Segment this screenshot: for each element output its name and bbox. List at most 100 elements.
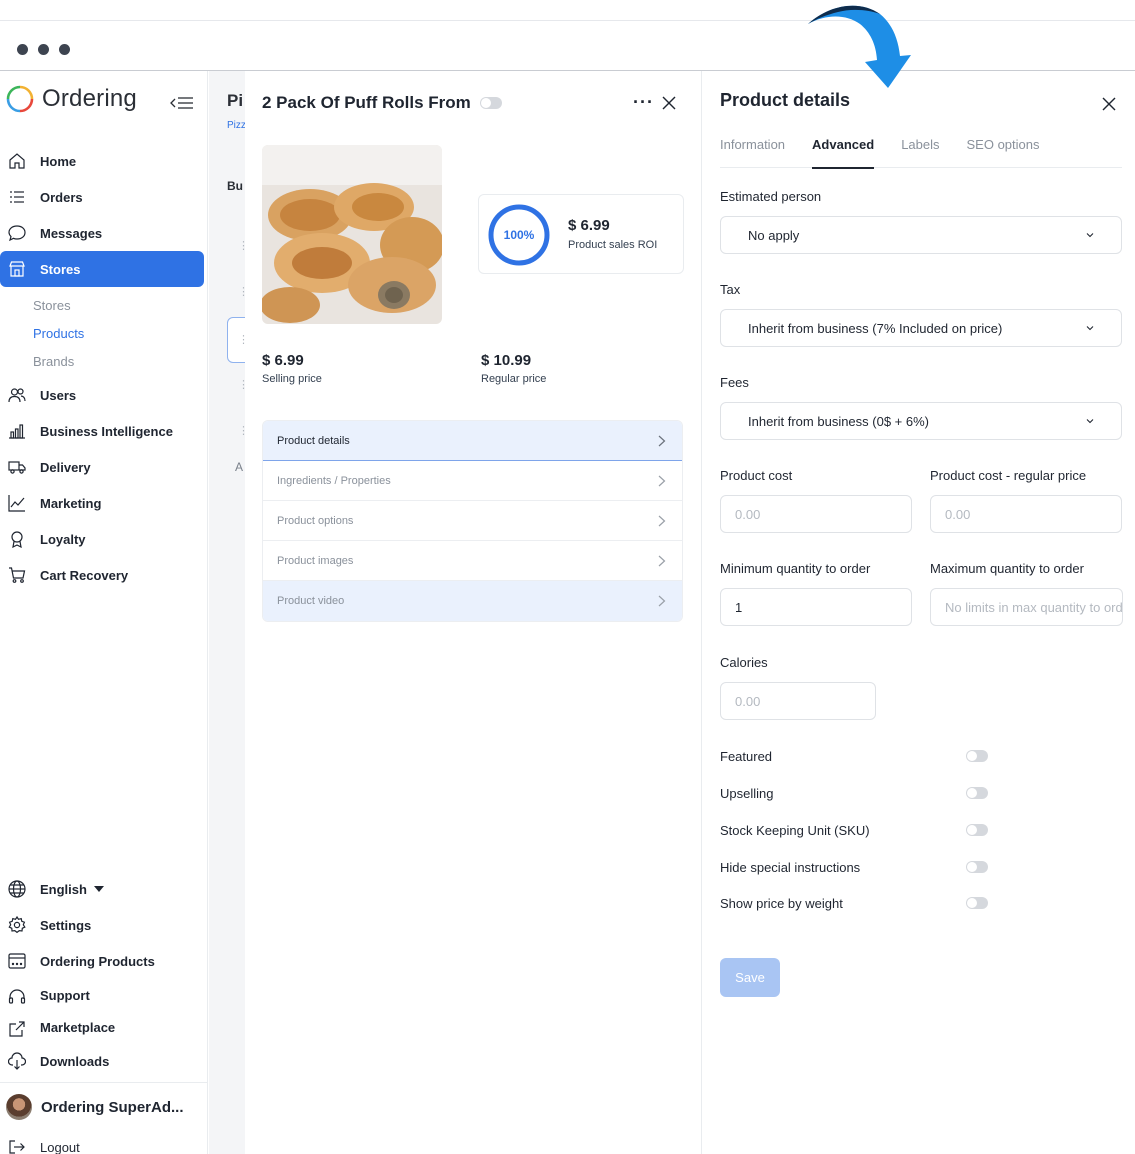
logo-text: Ordering <box>42 85 137 112</box>
tab-seo-options[interactable]: SEO options <box>967 137 1040 168</box>
details-tabs: Information Advanced Labels SEO options <box>720 137 1122 169</box>
more-options-icon[interactable]: ··· <box>633 93 654 111</box>
sidebar-item-marketing[interactable]: Marketing <box>0 485 208 521</box>
sidebar-item-label: Ordering Products <box>40 953 155 969</box>
sidebar-subitem-brands[interactable]: Brands <box>0 347 208 375</box>
sidebar-item-loyalty[interactable]: Loyalty <box>0 521 208 557</box>
globe-icon <box>8 880 26 898</box>
featured-toggle[interactable] <box>966 750 988 762</box>
chevron-right-icon <box>658 555 666 567</box>
background-list-subtitle: Pizz <box>227 120 245 131</box>
hide-instructions-toggle[interactable] <box>966 861 988 873</box>
logout-label: Logout <box>40 1139 80 1154</box>
menu-item-product-options[interactable]: Product options <box>263 501 682 541</box>
sidebar-item-label: Delivery <box>40 459 91 475</box>
background-list-letter: A <box>235 460 244 474</box>
calories-input[interactable]: 0.00 <box>720 682 876 720</box>
sidebar-item-ordering-products[interactable]: Ordering Products <box>0 943 208 979</box>
min-quantity-input[interactable]: 1 <box>720 588 912 626</box>
tab-information[interactable]: Information <box>720 137 785 168</box>
product-panel: 2 Pack Of Puff Rolls From ··· 100% $ 6.9… <box>245 71 702 1154</box>
collapse-sidebar-icon[interactable] <box>170 95 194 111</box>
ordering-logo-icon <box>6 85 34 113</box>
sidebar-item-home[interactable]: Home <box>0 143 208 179</box>
chevron-down-icon <box>1086 233 1094 238</box>
menu-item-ingredients[interactable]: Ingredients / Properties <box>263 461 682 501</box>
product-cost-regular-input[interactable]: 0.00 <box>930 495 1122 533</box>
close-icon[interactable] <box>1101 96 1117 112</box>
product-image <box>262 145 442 324</box>
sidebar-subitem-stores[interactable]: Stores <box>0 291 208 319</box>
estimated-person-value: No apply <box>748 227 800 243</box>
sidebar-divider <box>0 1082 208 1083</box>
background-list-section: Bu <box>227 179 243 193</box>
save-button[interactable]: Save <box>720 958 780 997</box>
sidebar-item-label: Support <box>40 987 90 1003</box>
tab-advanced[interactable]: Advanced <box>812 137 875 169</box>
drag-handle-icon: ⋮⋮ <box>238 286 245 298</box>
window-icon <box>8 953 26 969</box>
max-quantity-input[interactable]: No limits in max quantity to order <box>930 588 1123 626</box>
sidebar-item-marketplace[interactable]: Marketplace <box>0 1011 208 1043</box>
sidebar-subitem-products[interactable]: Products <box>0 319 208 347</box>
regular-price: $ 10.99 Regular price <box>481 352 546 385</box>
estimated-person-label: Estimated person <box>720 189 822 204</box>
product-enabled-toggle[interactable] <box>479 97 502 109</box>
sidebar-item-label: Messages <box>40 225 103 241</box>
store-icon <box>9 261 25 277</box>
sku-row: Stock Keeping Unit (SKU) <box>720 820 990 840</box>
sidebar-item-messages[interactable]: Messages <box>0 215 208 251</box>
estimated-person-select[interactable]: No apply <box>720 216 1122 254</box>
tab-labels[interactable]: Labels <box>901 137 939 168</box>
product-title: 2 Pack Of Puff Rolls From <box>262 93 471 112</box>
sidebar-item-settings[interactable]: Settings <box>0 907 208 943</box>
menu-item-label: Product images <box>277 554 354 567</box>
sidebar-item-business-intelligence[interactable]: Business Intelligence <box>0 413 208 449</box>
selling-price-value: $ 6.99 <box>262 352 304 369</box>
product-details-panel: Product details Information Advanced Lab… <box>702 71 1135 1154</box>
fees-select[interactable]: Inherit from business (0$ + 6%) <box>720 402 1122 440</box>
chevron-right-icon <box>658 435 666 447</box>
drag-handle-icon: ⋮⋮ <box>238 334 245 346</box>
price-by-weight-row: Show price by weight <box>720 893 990 913</box>
menu-item-product-images[interactable]: Product images <box>263 541 682 581</box>
product-cost-regular-label: Product cost - regular price <box>930 468 1087 483</box>
sidebar-item-stores[interactable]: Stores <box>0 251 204 287</box>
pointer-arrow-icon <box>808 5 911 88</box>
featured-row: Featured <box>720 746 990 766</box>
menu-item-product-video[interactable]: Product video <box>263 581 682 621</box>
award-icon <box>11 531 23 548</box>
hide-instructions-label: Hide special instructions <box>720 859 861 875</box>
tax-label: Tax <box>720 282 741 297</box>
roi-progress-ring: 100% <box>488 204 550 266</box>
sidebar-nav: Home Orders Messages Stores Stores Produ… <box>0 143 208 593</box>
product-cost-label: Product cost <box>720 468 793 483</box>
product-cost-input[interactable]: 0.00 <box>720 495 912 533</box>
max-quantity-label: Maximum quantity to order <box>930 561 1084 576</box>
sidebar-item-downloads[interactable]: Downloads <box>0 1043 208 1079</box>
menu-item-product-details[interactable]: Product details <box>263 421 682 461</box>
sidebar-item-label: English <box>40 881 87 897</box>
sidebar-item-orders[interactable]: Orders <box>0 179 208 215</box>
upselling-toggle[interactable] <box>966 787 988 799</box>
sidebar-item-users[interactable]: Users <box>0 377 208 413</box>
language-selector[interactable]: English <box>0 871 208 907</box>
sku-label: Stock Keeping Unit (SKU) <box>720 822 870 838</box>
sidebar-item-cart-recovery[interactable]: Cart Recovery <box>0 557 208 593</box>
logout-button[interactable]: Logout <box>8 1139 80 1154</box>
user-profile[interactable]: Ordering SuperAd... <box>6 1094 184 1120</box>
caret-down-icon <box>93 886 104 892</box>
selling-price-label: Selling price <box>262 373 322 385</box>
sidebar-item-label: Orders <box>40 189 83 205</box>
sidebar-item-support[interactable]: Support <box>0 979 208 1011</box>
sidebar-item-delivery[interactable]: Delivery <box>0 449 208 485</box>
drag-handle-icon: ⋮⋮ <box>238 240 245 252</box>
sku-toggle[interactable] <box>966 824 988 836</box>
window-dot-icon <box>59 44 70 55</box>
fees-value: Inherit from business (0$ + 6%) <box>748 413 929 429</box>
tax-select[interactable]: Inherit from business (7% Included on pr… <box>720 309 1122 347</box>
close-icon[interactable] <box>661 95 677 111</box>
roi-card: 100% $ 6.99 Product sales ROI <box>478 194 684 274</box>
chevron-right-icon <box>658 515 666 527</box>
price-by-weight-toggle[interactable] <box>966 897 988 909</box>
